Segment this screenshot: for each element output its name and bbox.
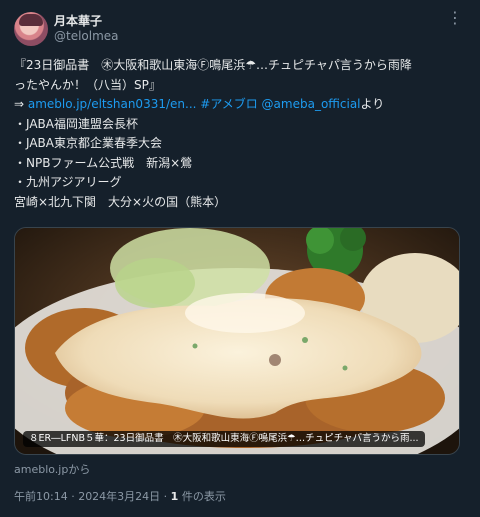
arrow-text: ⇒ bbox=[14, 97, 28, 111]
author-handle[interactable]: @telolmea bbox=[54, 29, 119, 43]
bullet-item: ・JABA福岡連盟会長杯 bbox=[14, 116, 138, 131]
avatar[interactable] bbox=[14, 12, 48, 46]
bullet-item: ・JABA東京都企業春季大会 bbox=[14, 136, 162, 150]
link-card[interactable]: ８ER―LFNB５華：23日御品書 ㊍大阪和歌山東海Ⓕ鳴尾浜☂…チュピチャパ言う… bbox=[14, 227, 460, 455]
tweet-header: 月本華子 @telolmea ⋮ bbox=[14, 10, 466, 46]
card-title-overlay: ８ER―LFNB５華：23日御品書 ㊍大阪和歌山東海Ⓕ鳴尾浜☂…チュピチャパ言う… bbox=[23, 431, 425, 447]
yori-text: より bbox=[360, 97, 385, 111]
view-label: 件の表示 bbox=[178, 490, 226, 503]
tweet-meta: 午前10:14 · 2024年3月24日 · 1 件の表示 bbox=[14, 488, 226, 504]
ameblo-link[interactable]: ameblo.jp/eltshan0331/en... bbox=[28, 97, 197, 111]
bullet-item: ・九州アジアリーグ bbox=[14, 175, 122, 189]
fried-chicken-tartar-photo bbox=[15, 228, 459, 454]
card-source[interactable]: ameblo.jpから bbox=[14, 461, 90, 477]
hashtag-ameblo[interactable]: #アメブロ bbox=[196, 97, 257, 111]
tweet-last-line: 宮崎×北九下関 大分×火の国（熊本） bbox=[14, 194, 227, 209]
author-name[interactable]: 月本華子 bbox=[54, 12, 102, 29]
more-options-icon[interactable]: ⋮ bbox=[444, 10, 466, 30]
bullet-item: ・NPBファーム公式戦 新潟×鶯 bbox=[14, 155, 193, 170]
tweet-link-line: ⇒ ameblo.jp/eltshan0331/en... #アメブロ @ame… bbox=[14, 95, 466, 115]
tweet-line-1: 『23日御品書 ㊍大阪和歌山東海Ⓕ鳴尾浜☂…チュピチャパ言うから雨降 bbox=[14, 58, 412, 72]
mention-ameba-official[interactable]: @ameba_official bbox=[258, 97, 361, 111]
timestamp[interactable]: 午前10:14 · 2024年3月24日 · bbox=[14, 490, 171, 503]
tweet-body: 『23日御品書 ㊍大阪和歌山東海Ⓕ鳴尾浜☂…チュピチャパ言うから雨降 ったやんか！… bbox=[14, 56, 466, 212]
tweet-line-2: ったやんか！（八当）SP』 bbox=[14, 77, 161, 92]
